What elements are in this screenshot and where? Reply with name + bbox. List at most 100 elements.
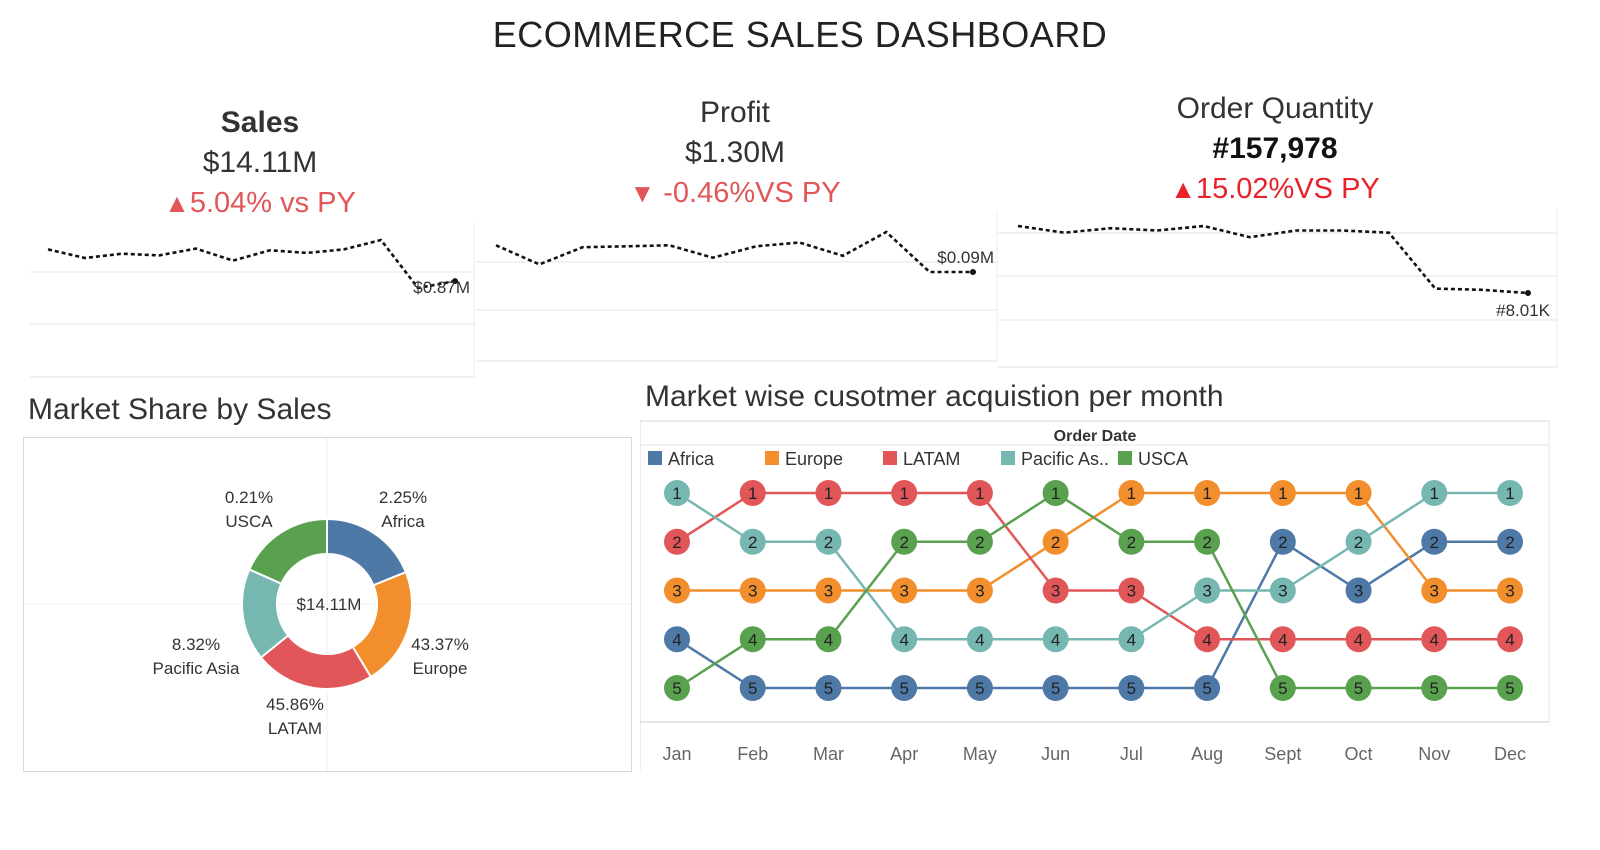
rank-label: 4 — [1430, 630, 1439, 649]
rank-label: 3 — [899, 582, 908, 601]
x-tick-label: Apr — [890, 744, 918, 764]
rank-label: 5 — [1278, 679, 1287, 698]
kpi-sales: Sales $14.11M ▲5.04% vs PY — [110, 103, 410, 223]
series-line — [495, 230, 973, 274]
acquisition-title: Market wise cusotmer acquistion per mont… — [645, 380, 1224, 413]
rank-label: 4 — [899, 630, 908, 649]
rank-label: 4 — [672, 630, 681, 649]
end-point — [1525, 290, 1531, 296]
up-triangle-icon: ▲ — [1170, 174, 1196, 204]
rank-label: 1 — [748, 484, 757, 503]
rank-label: 4 — [975, 630, 984, 649]
series-line-africa — [676, 540, 1510, 690]
rank-label: 2 — [1278, 533, 1287, 552]
quantity-sparkline: #8.01K — [998, 208, 1558, 368]
market-share-title: Market Share by Sales — [28, 393, 332, 426]
end-label: $0.09M — [937, 248, 994, 267]
rank-label: 3 — [1051, 582, 1060, 601]
rank-label: 5 — [1354, 679, 1363, 698]
kpi-quantity-title: Order Quantity — [1176, 92, 1374, 125]
rank-label: 5 — [824, 679, 833, 698]
rank-label: 2 — [748, 533, 757, 552]
rank-label: 2 — [1051, 533, 1060, 552]
kpi-profit-title: Profit — [699, 96, 771, 129]
kpi-quantity-change: ▲15.02%VS PY — [1110, 169, 1440, 209]
rank-label: 4 — [748, 630, 757, 649]
rank-label: 1 — [1430, 484, 1439, 503]
rank-label: 4 — [1202, 630, 1211, 649]
series-line — [1017, 224, 1529, 295]
x-tick-label: Feb — [737, 744, 768, 764]
rank-label: 1 — [824, 484, 833, 503]
rank-label: 3 — [824, 582, 833, 601]
rank-label: 3 — [975, 582, 984, 601]
rank-label: 1 — [1505, 484, 1514, 503]
end-point — [970, 269, 976, 275]
rank-label: 2 — [824, 533, 833, 552]
center-label: $14.11M — [297, 595, 362, 614]
rank-label: 2 — [1202, 533, 1211, 552]
rank-label: 4 — [1354, 630, 1363, 649]
kpi-sales-value: $14.11M — [202, 146, 318, 179]
rank-label: 3 — [1505, 582, 1514, 601]
dashboard-title: ECOMMERCE SALES DASHBOARD — [492, 14, 1108, 55]
rank-label: 5 — [1051, 679, 1060, 698]
x-tick-label: Aug — [1191, 744, 1223, 764]
end-label: $0.87M — [413, 278, 470, 297]
kpi-quantity: Order Quantity #157,978 ▲15.02%VS PY — [1110, 89, 1440, 209]
rank-label: 1 — [1051, 484, 1060, 503]
rank-label: 3 — [1127, 582, 1136, 601]
rank-label: 3 — [1202, 582, 1211, 601]
rank-label: 1 — [899, 484, 908, 503]
rank-label: 2 — [899, 533, 908, 552]
acquisition-bump-chart: Order Date Africa Europe LATAM Pacific As.. U… — [640, 420, 1550, 770]
rank-label: 1 — [1127, 484, 1136, 503]
slice-name-label: Africa — [381, 512, 425, 531]
slice-name-label: LATAM — [268, 719, 322, 738]
rank-label: 5 — [1430, 679, 1439, 698]
kpi-profit-change: ▼ -0.46%VS PY — [585, 173, 885, 213]
x-tick-label: Jan — [662, 744, 691, 764]
x-tick-label: Nov — [1418, 744, 1450, 764]
rank-label: 4 — [1127, 630, 1136, 649]
series-line — [47, 238, 456, 290]
slice-name-label: Pacific Asia — [153, 659, 240, 678]
sales-sparkline: $0.87M — [30, 222, 475, 378]
profit-sparkline: $0.09M — [476, 212, 998, 362]
kpi-quantity-change-text: 15.02%VS PY — [1195, 173, 1380, 205]
series-line-latam — [676, 491, 1510, 641]
x-tick-label: May — [963, 744, 997, 764]
rank-label: 3 — [1430, 582, 1439, 601]
rank-label: 3 — [1278, 582, 1287, 601]
rank-label: 1 — [1202, 484, 1211, 503]
rank-label: 5 — [1505, 679, 1514, 698]
rank-label: 2 — [975, 533, 984, 552]
rank-label: 5 — [748, 679, 757, 698]
rank-label: 5 — [975, 679, 984, 698]
rank-label: 3 — [748, 582, 757, 601]
kpi-sales-title: Sales — [220, 106, 300, 139]
rank-label: 3 — [1354, 582, 1363, 601]
rank-label: 5 — [1202, 679, 1211, 698]
kpi-sales-change-text: 5.04% vs PY — [189, 187, 356, 219]
kpi-profit-change-text: -0.46%VS PY — [663, 177, 841, 209]
x-tick-label: Jul — [1120, 744, 1143, 764]
kpi-quantity-value: #157,978 — [1212, 132, 1338, 165]
chart-title: Order Date — [1054, 428, 1137, 445]
rank-label: 2 — [672, 533, 681, 552]
x-tick-label: Oct — [1345, 744, 1373, 764]
rank-label: 1 — [1354, 484, 1363, 503]
legend-label: LATAM — [903, 449, 960, 469]
legend-label: Pacific As.. — [1021, 449, 1109, 469]
up-triangle-icon: ▲ — [164, 188, 190, 218]
rank-label: 4 — [1051, 630, 1060, 649]
rank-label: 3 — [672, 582, 681, 601]
x-tick-label: Mar — [813, 744, 844, 764]
rank-label: 1 — [1278, 484, 1287, 503]
kpi-sales-change: ▲5.04% vs PY — [110, 183, 410, 223]
rank-label: 5 — [672, 679, 681, 698]
legend-label: USCA — [1138, 449, 1188, 469]
rank-label: 4 — [824, 630, 833, 649]
rank-label: 2 — [1505, 533, 1514, 552]
rank-label: 2 — [1127, 533, 1136, 552]
